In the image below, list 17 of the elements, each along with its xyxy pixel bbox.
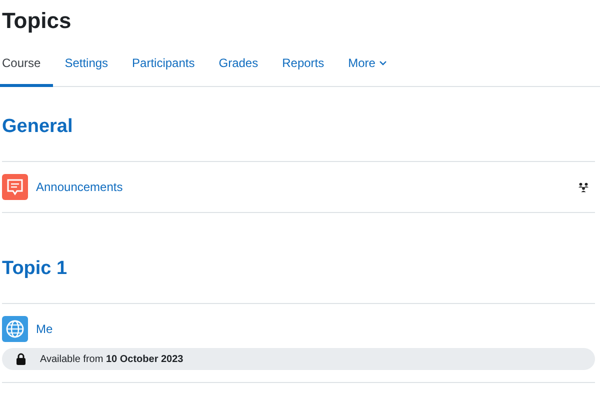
nav-tab[interactable]: Course — [0, 56, 53, 87]
activity-link[interactable]: Me — [36, 322, 595, 336]
section-title[interactable]: General — [2, 115, 595, 139]
lock-icon — [16, 353, 26, 365]
nav-tab[interactable]: More — [336, 56, 400, 87]
caret-icon — [379, 60, 388, 66]
page-title: Topics — [2, 8, 72, 34]
nav-tab[interactable]: Grades — [206, 56, 270, 87]
forum-icon — [2, 174, 28, 200]
globe-icon — [2, 316, 28, 342]
section-title[interactable]: Topic 1 — [2, 257, 595, 281]
availability-text: Available from 10 October 2023 — [40, 354, 184, 364]
nav-tab[interactable]: Participants — [120, 56, 207, 87]
activity-link[interactable]: Announcements — [36, 180, 569, 194]
nav-tab[interactable]: Settings — [52, 56, 120, 87]
nav-tab[interactable]: Reports — [270, 56, 336, 87]
group-icon[interactable] — [577, 182, 590, 192]
